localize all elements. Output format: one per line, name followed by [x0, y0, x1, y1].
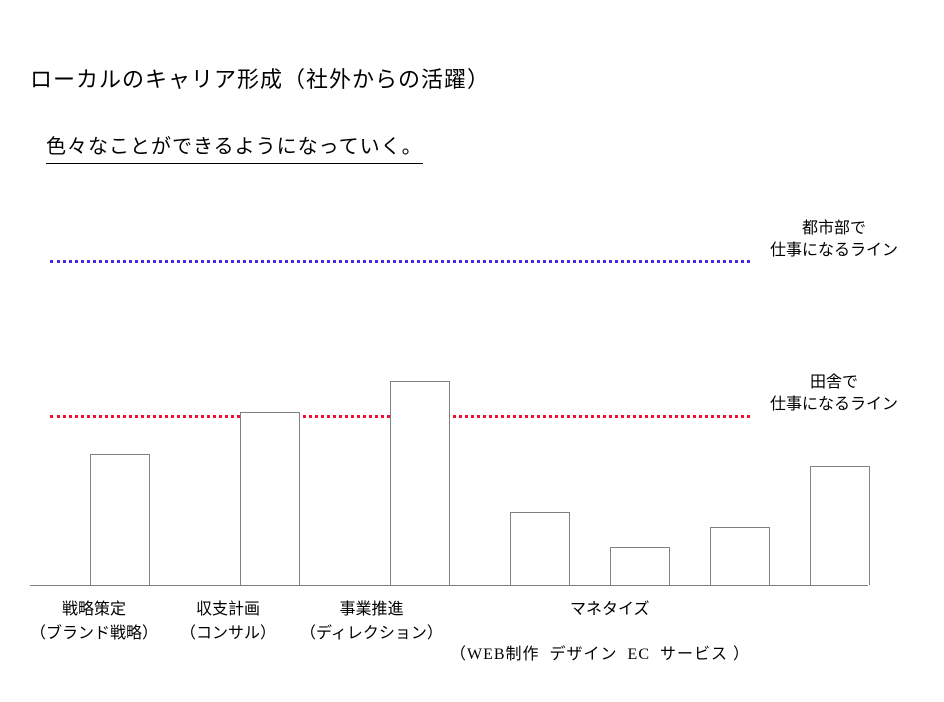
- category-label: マネタイズ: [570, 598, 650, 622]
- bar: [510, 512, 570, 585]
- group-sub-label: （WEB制作 デザイン EC サービス ）: [450, 640, 750, 664]
- bar: [810, 466, 870, 585]
- axis-baseline: [30, 585, 868, 586]
- bars-container: [50, 200, 868, 585]
- bar: [610, 547, 670, 586]
- bar: [710, 527, 770, 585]
- bar: [90, 454, 150, 585]
- chart-title: ローカルのキャリア形成（社外からの活躍）: [30, 62, 490, 94]
- category-label: 事業推進 （ディレクション）: [300, 598, 443, 646]
- bar: [240, 412, 300, 585]
- chart-subtitle: 色々なことができるようになっていく。: [46, 130, 423, 164]
- bar: [390, 381, 450, 585]
- category-label: 戦略策定 （ブランド戦略）: [30, 598, 158, 646]
- category-label: 収支計画 （コンサル）: [180, 598, 276, 646]
